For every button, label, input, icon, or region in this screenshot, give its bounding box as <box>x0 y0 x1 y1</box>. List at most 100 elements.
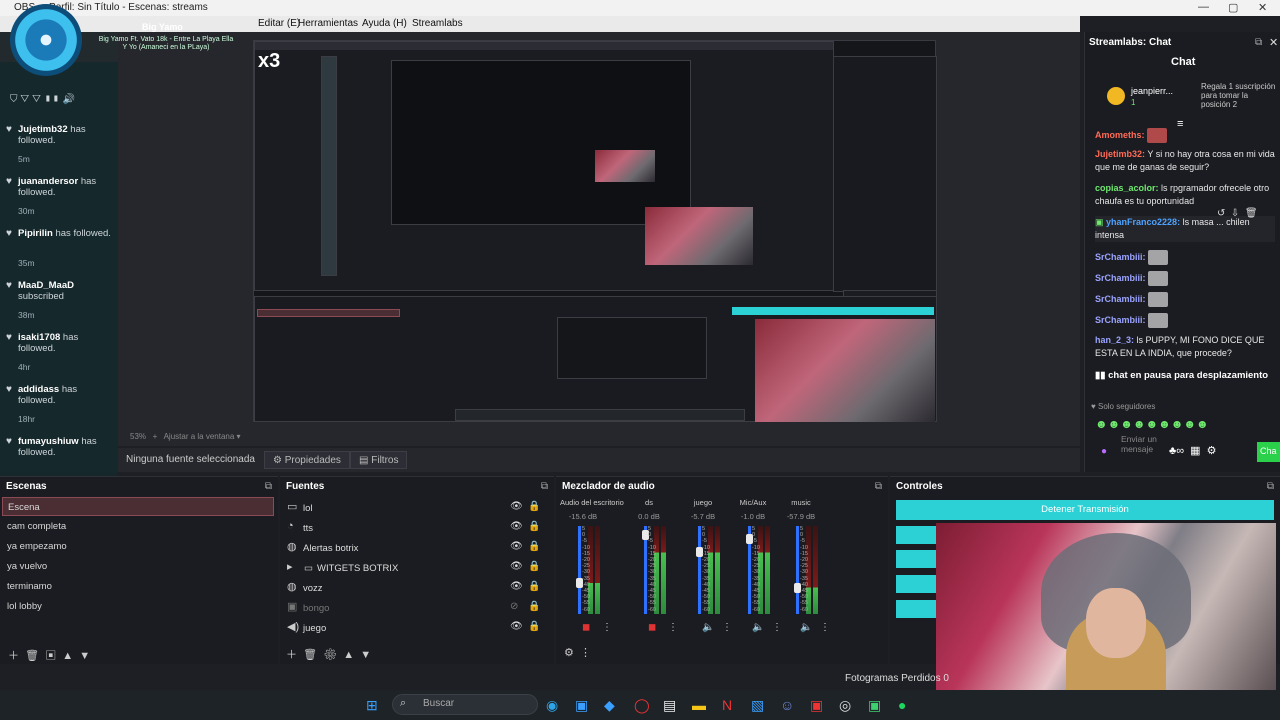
source-item[interactable]: ▭ lol 👁 🔒 <box>284 500 544 518</box>
scene-item[interactable]: ya empezamo <box>2 537 274 556</box>
netflix-icon[interactable]: N <box>722 697 732 713</box>
store-icon[interactable]: ▣ <box>575 697 588 714</box>
muted-speaker-icon[interactable]: ◼ <box>648 622 656 633</box>
chat-input[interactable]: Enviar un mensaje <box>1121 434 1165 454</box>
eye-icon[interactable]: 👁 <box>510 561 523 572</box>
speaker-icon[interactable]: 🔈 <box>702 622 714 633</box>
lock-icon[interactable]: 🔒 <box>528 601 540 612</box>
volume-fader[interactable] <box>698 526 701 614</box>
virtual-camera-button[interactable] <box>896 550 940 568</box>
chat-send-button[interactable]: Cha <box>1257 442 1280 462</box>
speaker-icon[interactable]: 🔈 <box>752 622 764 633</box>
scenes-toolbar[interactable]: ＋ 🗑 ▣ ▲ ▼ <box>8 647 90 663</box>
app-icon[interactable]: ▤ <box>663 697 676 714</box>
menu-edit[interactable]: Editar (E) <box>258 18 300 29</box>
channel-menu-icon[interactable]: ⋮ <box>820 622 830 633</box>
gift-sub-prompt[interactable]: Regala 1 suscripción para tomar la posic… <box>1201 82 1279 109</box>
tts-icon: ◔ <box>287 520 294 532</box>
lock-icon[interactable]: 🔒 <box>528 561 540 572</box>
popout-icon[interactable]: ⧉ <box>1255 37 1262 48</box>
eye-icon[interactable]: 👁 <box>510 621 523 632</box>
window-icon: ▭ <box>287 501 298 513</box>
lock-icon[interactable]: 🔒 <box>528 501 540 512</box>
channel-menu-icon[interactable]: ⋮ <box>668 622 678 633</box>
lock-icon[interactable]: 🔒 <box>528 621 540 632</box>
menu-tools[interactable]: Herramientas <box>298 18 358 29</box>
spotify-icon[interactable]: ● <box>898 697 906 713</box>
taskbar-search[interactable]: Buscar <box>392 694 538 715</box>
scene-item[interactable]: ya vuelvo <box>2 557 274 576</box>
heart-icon: ♥ <box>6 228 12 239</box>
close-button[interactable]: ✕ <box>1258 1 1267 14</box>
follow-time: 18hr <box>18 414 36 424</box>
source-item[interactable]: ◍ Alertas botrix 👁 🔒 <box>284 540 544 558</box>
edge-icon[interactable]: ◉ <box>546 697 558 714</box>
eye-off-icon[interactable]: ⊘ <box>510 601 518 612</box>
eye-icon[interactable]: 👁 <box>510 501 523 512</box>
eye-icon[interactable]: 👁 <box>510 581 523 592</box>
top-supporter-name[interactable]: jeanpierr... <box>1131 86 1173 96</box>
lock-icon[interactable]: 🔒 <box>528 541 540 552</box>
discord-icon[interactable]: ☺ <box>780 697 794 713</box>
volume-fader[interactable] <box>796 526 799 614</box>
minimize-button[interactable]: — <box>1198 1 1209 13</box>
scene-item[interactable]: cam completa <box>2 517 274 536</box>
outlook-icon[interactable]: ◆ <box>604 697 615 714</box>
level-meter <box>765 526 770 614</box>
channel-menu-icon[interactable]: ⋮ <box>602 622 612 633</box>
stop-stream-button[interactable]: Detener Transmisión <box>896 500 1274 520</box>
lock-icon[interactable]: 🔒 <box>528 581 540 592</box>
lock-icon[interactable]: 🔒 <box>528 521 540 532</box>
start-recording-button[interactable] <box>896 526 940 544</box>
menu-streamlabs[interactable]: Streamlabs <box>412 18 463 29</box>
eye-icon[interactable]: 👁 <box>510 541 523 552</box>
popout-icon[interactable]: ⧉ <box>541 481 548 492</box>
zoom-level[interactable]: 53% <box>130 432 146 441</box>
studio-mode-button[interactable] <box>896 575 940 593</box>
level-meter <box>813 526 818 614</box>
maximize-button[interactable]: ▢ <box>1228 1 1238 14</box>
menu-help[interactable]: Ayuda (H) <box>362 18 407 29</box>
properties-button[interactable]: ⚙ Propiedades <box>264 451 350 469</box>
volume-fader[interactable] <box>578 526 581 614</box>
channel-db: -5.7 dB <box>690 512 716 521</box>
folder-icon[interactable]: ▬ <box>692 697 706 713</box>
chat-tools[interactable]: ♣∞ ▦ ⚙ <box>1169 444 1217 457</box>
record-icon[interactable]: ▣ <box>810 697 823 714</box>
windows-start-icon[interactable]: ⊞ <box>366 697 378 714</box>
sources-toolbar[interactable]: ＋ 🗑 ⚙ ▲ ▼ <box>286 646 371 662</box>
speaker-icon[interactable]: 🔈 <box>800 622 812 633</box>
emote-row[interactable]: ☻☻☻☻☻☻☻☻☻ <box>1095 417 1209 431</box>
fit-window-option[interactable]: Ajustar a la ventana <box>164 432 235 441</box>
scene-item[interactable]: terminamo <box>2 577 274 596</box>
mixer-toolbar[interactable]: ⚙ ⋮ <box>564 646 591 659</box>
scene-item[interactable]: Escena <box>2 497 274 516</box>
filters-button[interactable]: ▤ Filtros <box>350 451 408 469</box>
source-item[interactable]: ◍ vozz 👁 🔒 <box>284 580 544 598</box>
channel-menu-icon[interactable]: ⋮ <box>772 622 782 633</box>
popout-icon[interactable]: ⧉ <box>265 481 272 492</box>
source-item[interactable]: ▸ ▭ WITGETS BOTRIX 👁 🔒 <box>284 560 544 578</box>
eye-icon[interactable]: 👁 <box>510 521 523 532</box>
source-item[interactable]: ◀) juego 👁 🔒 <box>284 620 544 638</box>
popout-icon[interactable]: ⧉ <box>1267 481 1274 492</box>
close-icon[interactable]: ✕ <box>1269 36 1278 49</box>
stream-preview[interactable] <box>253 40 937 422</box>
folder-icon[interactable]: ▸ <box>287 560 293 573</box>
chat-message[interactable]: ▣ yhanFranco2228: ls masa ... chilen int… <box>1095 216 1275 242</box>
scene-item[interactable]: lol lobby <box>2 597 274 616</box>
muted-speaker-icon[interactable]: ◼ <box>582 622 590 633</box>
chat-paused-banner[interactable]: ▮▮ chat en pausa para desplazamiento <box>1091 368 1277 386</box>
app-icon[interactable]: ▧ <box>751 697 764 714</box>
source-item[interactable]: ◔ tts 👁 🔒 <box>284 520 544 538</box>
streamlabs-icon[interactable]: ▣ <box>868 697 881 714</box>
popout-icon[interactable]: ⧉ <box>875 481 882 492</box>
mic-icon[interactable]: ● <box>1101 446 1107 457</box>
source-item[interactable]: ▣ bongo ⊘ 🔒 <box>284 600 544 618</box>
message-actions[interactable]: ↺ ⇩ 🗑 <box>1217 208 1258 219</box>
opera-icon[interactable]: ◯ <box>634 697 650 714</box>
settings-button[interactable] <box>896 600 940 618</box>
obs-icon[interactable]: ◎ <box>839 697 851 714</box>
channel-menu-icon[interactable]: ⋮ <box>722 622 732 633</box>
follow-time: 5m <box>18 154 30 164</box>
